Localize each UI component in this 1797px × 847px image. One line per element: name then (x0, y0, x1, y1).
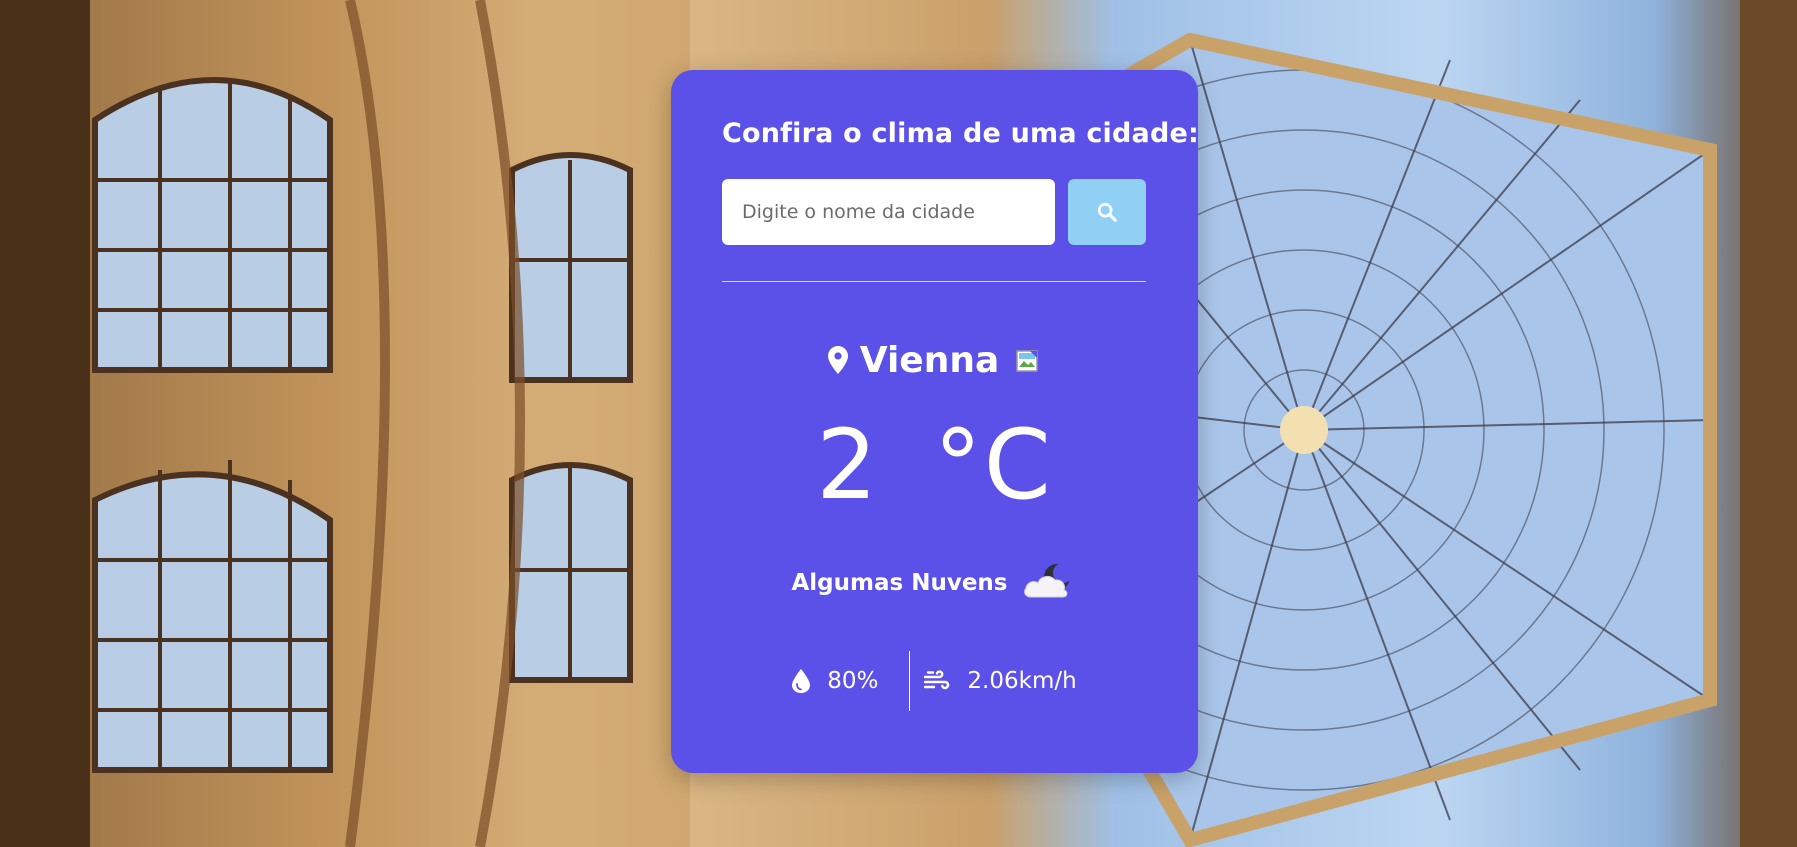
droplet-icon (792, 669, 811, 693)
humidity: 80% (792, 668, 909, 694)
wind-icon (924, 669, 950, 693)
description-row: Algumas Nuvens (671, 558, 1198, 608)
temperature-unit: °C (933, 409, 1053, 521)
city-search-input[interactable] (722, 179, 1055, 245)
wind-value: 2.06km/h (967, 668, 1077, 694)
details-row: 80% 2.06km/h (671, 650, 1198, 712)
temperature: 2 °C (671, 410, 1198, 520)
map-pin-icon (827, 346, 848, 374)
weather-description: Algumas Nuvens (791, 570, 1008, 596)
broken-image-icon (1015, 349, 1041, 375)
city-name: Vienna (859, 339, 1000, 381)
search-icon (1096, 201, 1118, 223)
cloudy-night-icon (1021, 561, 1077, 605)
city-row: Vienna (671, 335, 1198, 385)
search-button[interactable] (1068, 179, 1146, 245)
temperature-value: 2 (816, 409, 880, 521)
card-title: Confira o clima de uma cidade: (722, 118, 1199, 149)
weather-card: Confira o clima de uma cidade: Vienna (671, 70, 1199, 773)
divider (722, 281, 1146, 282)
wind: 2.06km/h (910, 668, 1077, 694)
humidity-value: 80% (827, 668, 879, 694)
